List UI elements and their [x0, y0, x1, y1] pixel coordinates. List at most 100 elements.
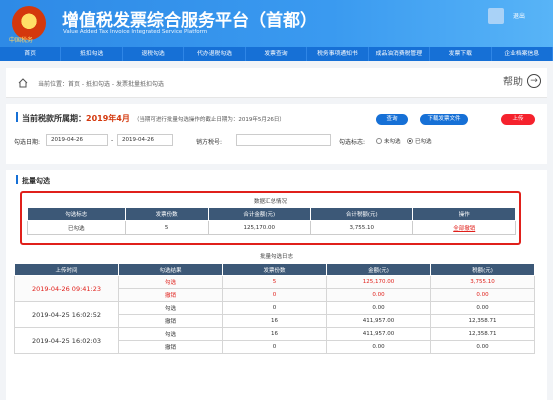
log-tax: 0.00	[430, 288, 535, 302]
app-title-suffix: （首都）	[249, 11, 317, 31]
tax-period: 当前税款所属期：2019年4月 （当期可进行批量勾选操作的截止日期为：2019年5…	[16, 112, 285, 124]
log-result: 勾选	[118, 327, 223, 341]
log-header-row: 上传时间 勾选结果 发票份数 金额(元) 税额(元)	[14, 263, 535, 276]
upload-button[interactable]: 上传	[501, 114, 535, 125]
log-count: 5	[222, 275, 327, 289]
app-header: 中国税务 增值税发票综合服务平台（首都） Value Added Tax Inv…	[0, 0, 553, 47]
app-subtitle: Value Added Tax Invoice Integrated Servi…	[63, 29, 208, 35]
log-tax: 3,755.10	[430, 275, 535, 289]
col-header: 发票份数	[222, 263, 327, 276]
logout-link[interactable]: 退出	[513, 11, 525, 20]
tax-period-value: 2019年4月	[86, 114, 130, 123]
section-marker	[16, 175, 18, 184]
date-to-field[interactable]: 2019-04-26	[117, 134, 173, 146]
nav-item-home[interactable]: 首页	[0, 47, 62, 61]
revoke-all-link[interactable]: 全部撤销	[453, 226, 475, 232]
summary-action-cell: 全部撤销	[412, 220, 516, 235]
date-from-field[interactable]: 2019-04-26	[46, 134, 108, 146]
log-tax: 12,358.71	[430, 327, 535, 341]
summary-box: 数据汇总情况 勾选标志 发票份数 合计金额(元) 合计税额(元) 操作 已勾选 …	[20, 191, 521, 245]
log-count: 0	[222, 301, 327, 315]
col-header: 勾选结果	[118, 263, 223, 276]
summary-header-row: 勾选标志 发票份数 合计金额(元) 合计税额(元) 操作	[27, 207, 516, 221]
col-header: 上传时间	[14, 263, 119, 276]
upload-time: 2019-04-25 16:02:03	[14, 327, 119, 354]
nav-item-agent-refund[interactable]: 代办退税勾选	[184, 47, 246, 61]
arrow-right-icon: →	[527, 73, 541, 88]
log-table: 上传时间 勾选结果 发票份数 金额(元) 税额(元) 2019-04-26 09…	[14, 263, 535, 354]
col-header: 操作	[412, 207, 516, 221]
col-header: 合计金额(元)	[207, 207, 312, 221]
summary-caption: 数据汇总情况	[253, 199, 287, 205]
table-row: 2019-04-25 16:02:03 勾选 16 411,957.00 12,…	[14, 327, 535, 354]
nav-item-tax-notice[interactable]: 税务事项通知书	[307, 47, 369, 61]
radio-circle-checked	[407, 138, 413, 144]
tax-period-label: 当前税款所属期：	[22, 114, 86, 123]
seller-tax-id-field[interactable]	[236, 134, 331, 146]
log-result: 勾选	[118, 275, 223, 289]
log-amount: 125,170.00	[326, 275, 431, 289]
log-count: 0	[222, 288, 327, 302]
section-title-text: 批量勾选	[22, 177, 50, 185]
upload-time: 2019-04-26 09:41:23	[14, 275, 119, 302]
radio-unselected-label: 未勾选	[384, 139, 401, 145]
section-title: 批量勾选	[16, 175, 50, 186]
col-header: 税额(元)	[430, 263, 535, 276]
radio-circle	[376, 138, 382, 144]
summary-count: 5	[124, 220, 209, 235]
logo-text: 中国税务	[9, 37, 34, 44]
date-label: 勾选日期:	[14, 139, 41, 146]
log-amount: 411,957.00	[326, 327, 431, 341]
log-tax: 12,358.71	[430, 314, 535, 328]
log-result: 勾选	[118, 301, 223, 315]
nav-item-oil-tax[interactable]: 成品油消费税管理	[369, 47, 431, 61]
log-amount: 0.00	[326, 340, 431, 354]
col-header: 金额(元)	[326, 263, 431, 276]
col-header: 合计税额(元)	[310, 207, 414, 221]
summary-tax: 3,755.10	[310, 220, 414, 235]
table-row: 2019-04-25 16:02:52 勾选 0 0.00 0.00	[14, 301, 535, 328]
user-avatar[interactable]	[488, 8, 504, 24]
summary-status: 已勾选	[27, 220, 126, 235]
log-result: 撤销	[118, 340, 223, 354]
breadcrumb-bar: 当前位置：首页 - 抵扣勾选 - 发票批量抵扣勾选 帮助 →	[6, 68, 547, 98]
section-marker	[16, 112, 18, 122]
nav-item-invoice-query[interactable]: 发票查询	[246, 47, 308, 61]
log-amount: 0.00	[326, 288, 431, 302]
log-result: 撤销	[118, 314, 223, 328]
app-title: 增值税发票综合服务平台（首都）	[62, 6, 317, 31]
log-amount: 0.00	[326, 301, 431, 315]
radio-unselected[interactable]: 未勾选	[376, 137, 401, 145]
home-icon	[18, 78, 28, 88]
log-tax: 0.00	[430, 340, 535, 354]
log-result: 撤销	[118, 288, 223, 302]
log-tax: 0.00	[430, 301, 535, 315]
summary-amount: 125,170.00	[207, 220, 312, 235]
download-invoice-button[interactable]: 下载发票文件	[420, 114, 468, 125]
breadcrumb: 当前位置：首页 - 抵扣勾选 - 发票批量抵扣勾选	[38, 81, 164, 88]
nav-item-company-profile[interactable]: 企业档案信息	[492, 47, 553, 61]
log-count: 16	[222, 327, 327, 341]
filter-bar: 勾选日期: 2019-04-26 - 2019-04-26 销方税号: 勾选标志…	[6, 133, 547, 147]
date-separator: -	[111, 137, 114, 144]
log-amount: 411,957.00	[326, 314, 431, 328]
main-panel: 当前税款所属期：2019年4月 （当期可进行批量勾选操作的截止日期为：2019年5…	[6, 104, 547, 400]
radio-selected[interactable]: 已勾选	[407, 137, 432, 145]
nav-item-deduction[interactable]: 抵扣勾选	[61, 47, 123, 61]
summary-row: 已勾选 5 125,170.00 3,755.10 全部撤销	[27, 220, 516, 235]
nav-item-refund[interactable]: 退税勾选	[123, 47, 185, 61]
col-header: 发票份数	[124, 207, 209, 221]
log-count: 0	[222, 340, 327, 354]
query-button[interactable]: 查询	[376, 114, 408, 125]
nav-item-invoice-download[interactable]: 发票下载	[430, 47, 492, 61]
help-button[interactable]: 帮助 →	[503, 73, 541, 88]
help-label: 帮助	[503, 77, 523, 88]
log-caption: 批量勾选日志	[259, 254, 293, 260]
summary-table: 勾选标志 发票份数 合计金额(元) 合计税额(元) 操作 已勾选 5 125,1…	[27, 207, 516, 235]
divider	[6, 164, 547, 170]
upload-time: 2019-04-25 16:02:52	[14, 301, 119, 328]
radio-selected-label: 已勾选	[415, 139, 432, 145]
seller-tax-id-label: 销方税号:	[196, 139, 223, 146]
log-count: 16	[222, 314, 327, 328]
app-title-main: 增值税发票综合服务平台	[62, 11, 249, 31]
